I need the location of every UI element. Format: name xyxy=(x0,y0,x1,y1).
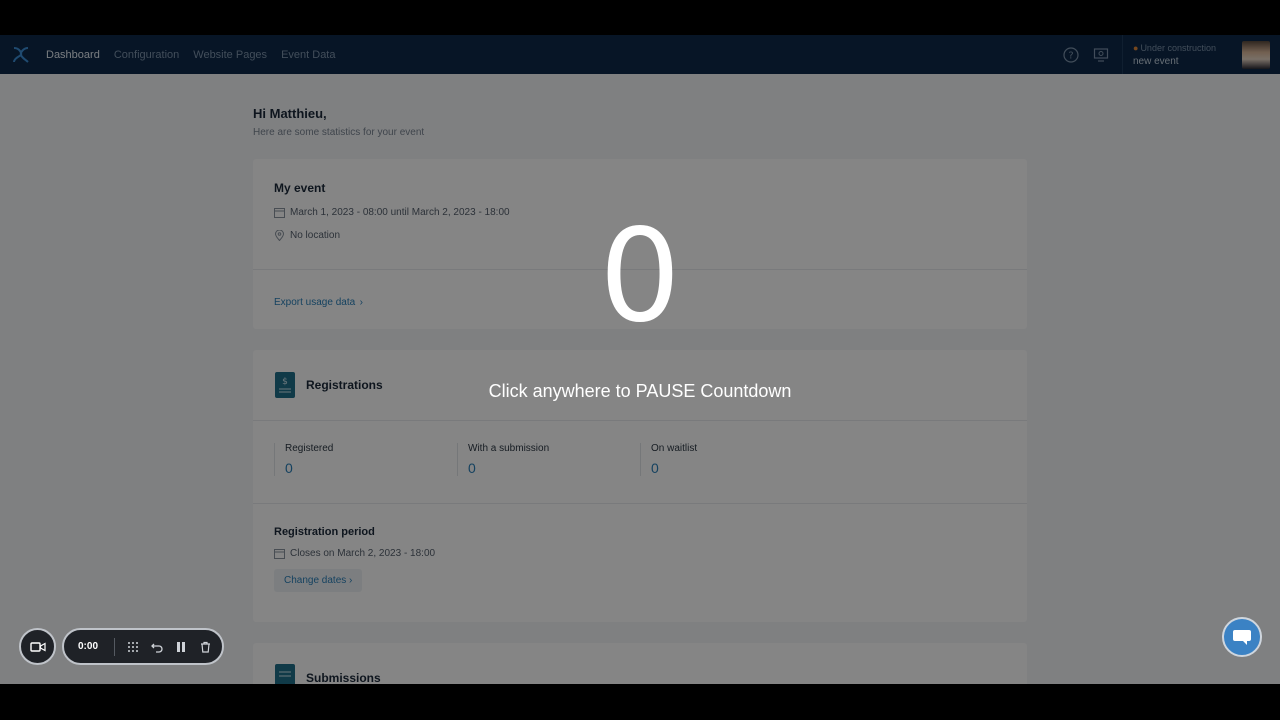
countdown-overlay[interactable]: 0 Click anywhere to PAUSE Countdown xyxy=(0,35,1280,684)
letterbox-top xyxy=(0,0,1280,35)
divider xyxy=(114,637,115,656)
chat-bubble-icon xyxy=(1233,630,1251,645)
undo-restart-icon[interactable] xyxy=(145,635,169,659)
letterbox-bottom xyxy=(0,684,1280,720)
pause-icon[interactable] xyxy=(169,635,193,659)
countdown-message: Click anywhere to PAUSE Countdown xyxy=(488,381,792,401)
camera-toggle-button[interactable] xyxy=(19,628,56,665)
recording-timer: 0:00 xyxy=(78,641,99,652)
countdown-number: 0 xyxy=(599,202,681,351)
chat-support-button[interactable] xyxy=(1222,617,1262,657)
trash-icon[interactable] xyxy=(193,635,217,659)
app-window: Dashboard Configuration Website Pages Ev… xyxy=(0,35,1280,684)
video-camera-icon xyxy=(29,641,46,652)
recording-controls: 0:00 xyxy=(62,628,224,665)
drawing-tool-icon[interactable] xyxy=(121,635,145,659)
